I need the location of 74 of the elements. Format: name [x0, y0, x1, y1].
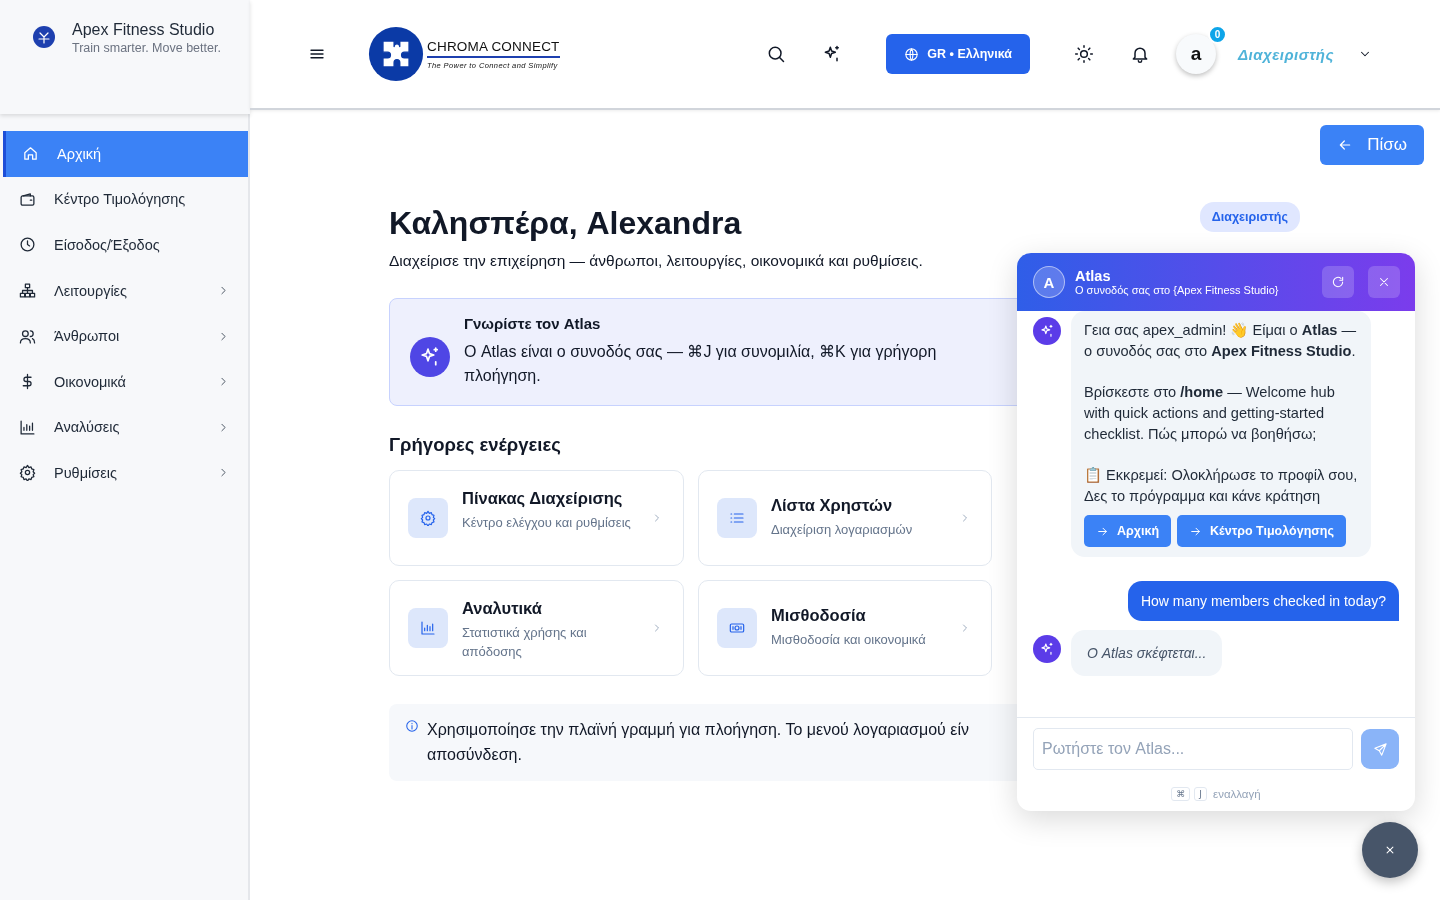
quick-action-card[interactable]: Πίνακας Διαχείρισης Κέντρο ελέγχου και ρυθμίσεις: [389, 470, 684, 566]
card-subtitle: Διαχείριση λογαριασμών: [771, 521, 914, 539]
quick-action-card[interactable]: Μισθοδοσία Μισθοδοσία και οικονομικά: [698, 580, 992, 676]
sidebar-item[interactable]: Ρυθμίσεις: [0, 450, 248, 496]
user-message: How many members checked in today?: [1127, 581, 1399, 621]
intro-title: Γνωρίστε τον Atlas: [464, 315, 602, 332]
card-title: Λίστα Χρηστών: [771, 496, 894, 515]
page-subtitle: Διαχείρισε την επιχείρηση — άνθρωποι, λειτουργίες, οικονομικά και ρυθμίσεις.: [389, 252, 924, 270]
notification-count: 0: [1207, 25, 1227, 44]
home-icon: [22, 145, 39, 163]
banknote-icon: [729, 620, 745, 636]
quick-action-card[interactable]: Λίστα Χρηστών Διαχείριση λογαριασμών: [698, 470, 992, 566]
assistant-icon: [1033, 635, 1061, 663]
sitemap-icon: [19, 282, 36, 300]
sidebar-item[interactable]: Οικονομικά: [0, 358, 248, 405]
card-title: Μισθοδοσία: [771, 606, 867, 625]
key-cap: J: [1194, 787, 1207, 801]
brand-name: Apex Fitness Studio: [72, 20, 216, 40]
close-icon: [1377, 275, 1391, 289]
card-title: Αναλυτικά: [462, 599, 543, 618]
search-icon[interactable]: [766, 44, 787, 64]
intro-text: Ο Atlas είναι ο συνοδός σας — ⌘J για συνομιλία, ⌘K για γρήγορη πλοήγηση.: [464, 342, 938, 386]
brand-logo-icon: [32, 25, 56, 49]
user-avatar[interactable]: a: [1175, 34, 1216, 74]
card-subtitle: Μισθοδοσία και οικονομικά: [771, 631, 927, 649]
sun-icon[interactable]: [1073, 44, 1094, 64]
card-subtitle: Κέντρο ελέγχου και ρυθμίσεις: [462, 514, 632, 532]
bar-chart-icon: [19, 418, 36, 436]
info-icon: [405, 719, 419, 733]
bar-chart-icon: [420, 620, 436, 636]
settings-icon: [420, 510, 436, 526]
chat-title: Atlas: [1075, 268, 1112, 284]
chat-subtitle: Ο συνοδός σας στο {Apex Fitness Studio}: [1075, 284, 1280, 296]
quick-action-card[interactable]: Αναλυτικά Στατιστικά χρήσης και απόδοσης: [389, 580, 684, 676]
sidebar-item[interactable]: Αναλύσεις: [0, 404, 248, 451]
sidebar-item[interactable]: Αρχική: [3, 131, 248, 177]
sidebar-item[interactable]: Κέντρο Τιμολόγησης: [0, 176, 248, 223]
language-button[interactable]: GR • Ελληνικά: [886, 34, 1030, 74]
people-icon: [19, 327, 36, 345]
wallet-icon: [19, 190, 36, 208]
settings-icon: [19, 464, 36, 482]
clock-icon: [19, 236, 36, 254]
list-icon: [729, 510, 745, 526]
info-text: Χρησιμοποίησε την πλαϊνή γραμμή για πλοήγηση. Το μενού λογαριασμού είν: [427, 720, 969, 740]
globe-icon: [904, 46, 920, 62]
sidebar-item[interactable]: Άνθρωποι: [0, 313, 248, 359]
back-button[interactable]: Πίσω: [1320, 125, 1424, 165]
sidebar-item[interactable]: Είσοδος/Έξοδος: [0, 222, 248, 268]
logo-name: CHROMA CONNECT: [427, 38, 560, 58]
sidebar-item[interactable]: Λειτουργίες: [0, 267, 248, 314]
action-button[interactable]: Αρχική: [1084, 515, 1172, 547]
card-title: Πίνακας Διαχείρισης: [462, 489, 624, 508]
assistant-avatar: A: [1033, 266, 1065, 298]
refresh-icon: [1331, 275, 1345, 289]
send-icon: [1372, 741, 1388, 757]
message-text: Βρίσκεστε στο /home — Welcome hub with quick actions and getting-started checklist. Πώς μπορώ να βοηθήσω;: [1084, 383, 1336, 444]
message-input[interactable]: Ρωτήστε τον Atlas...: [1033, 728, 1353, 770]
assistant-icon: [1033, 317, 1061, 345]
brand-tagline: Train smarter. Move better.: [72, 41, 221, 55]
role-badge: Διαχειριστής: [1199, 202, 1300, 232]
refresh-button[interactable]: [1322, 266, 1354, 298]
puzzle-logo-icon: [368, 26, 424, 82]
action-button[interactable]: Κέντρο Τιμολόγησης: [1177, 515, 1346, 547]
shortcut-label: εναλλαγή: [1213, 788, 1261, 800]
typing-indicator: Ο Atlas σκέφτεται...: [1071, 630, 1223, 676]
card-subtitle: Στατιστικά χρήσης και απόδοσης: [462, 624, 588, 661]
info-text: αποσύνδεση.: [427, 745, 523, 765]
sparkle-icon: [410, 336, 450, 377]
message-text: 📋 Εκκρεμεί: Ολοκλήρωσε το προφίλ σου, Δες το πρόγραμμα και κάνε κράτηση: [1084, 466, 1358, 506]
page-title: Καλησπέρα, Alexandra: [389, 204, 743, 242]
key-cap: ⌘: [1171, 787, 1191, 801]
close-chat-button[interactable]: [1362, 822, 1418, 878]
section-title: Γρήγορες ενέργειες: [389, 434, 561, 456]
message-text: Γεια σας apex_admin! 👋 Είμαι ο Atlas — ο συνοδός σας στο Apex Fitness Studio.: [1084, 321, 1358, 361]
